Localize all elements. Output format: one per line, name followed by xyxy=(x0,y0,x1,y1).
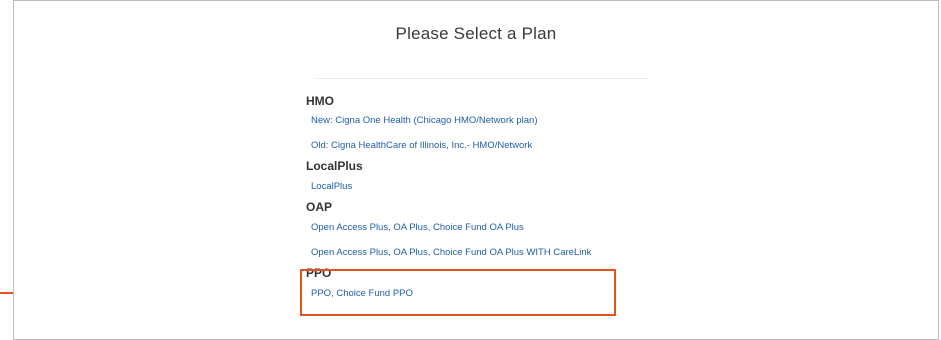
plan-group-localplus: LocalPlus LocalPlus xyxy=(306,159,636,193)
plan-group-title-oap: OAP xyxy=(306,200,333,214)
plan-group-hmo: HMO New: Cigna One Health (Chicago HMO/N… xyxy=(306,94,636,152)
page-title: Please Select a Plan xyxy=(395,24,557,43)
plan-link-open-access-plus[interactable]: Open Access Plus, OA Plus, Choice Fund O… xyxy=(311,222,636,234)
plan-link-cigna-one-health[interactable]: New: Cigna One Health (Chicago HMO/Netwo… xyxy=(311,115,636,127)
plan-group-oap: OAP Open Access Plus, OA Plus, Choice Fu… xyxy=(306,200,636,259)
plan-group-title-hmo: HMO xyxy=(306,94,334,108)
plan-group-title-localplus: LocalPlus xyxy=(306,159,363,173)
plan-link-open-access-plus-carelink[interactable]: Open Access Plus, OA Plus, Choice Fund O… xyxy=(311,247,636,259)
plan-link-localplus[interactable]: LocalPlus xyxy=(311,181,636,193)
ppo-highlight-box xyxy=(300,269,616,316)
divider xyxy=(317,78,647,79)
plan-link-cigna-healthcare-illinois[interactable]: Old: Cigna HealthCare of Illinois, Inc.-… xyxy=(311,140,636,152)
